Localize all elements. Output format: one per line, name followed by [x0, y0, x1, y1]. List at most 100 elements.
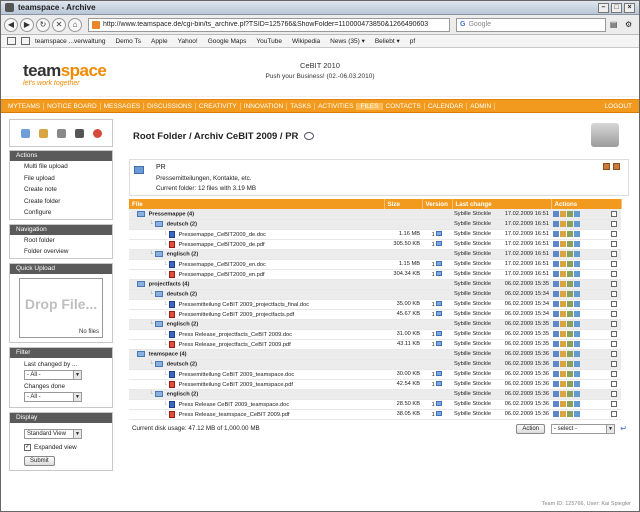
edit-icon[interactable]: [553, 400, 559, 407]
delete-icon[interactable]: [574, 410, 580, 417]
delete-icon[interactable]: [574, 260, 580, 267]
move-icon[interactable]: [567, 210, 573, 217]
menu-myteams[interactable]: MYTEAMS: [5, 102, 45, 110]
folder-row[interactable]: └ deutsch (2) Sybille Stöckle 17.02.2009 …: [129, 219, 621, 230]
edit-icon[interactable]: [553, 370, 559, 377]
delete-icon[interactable]: [574, 390, 580, 397]
menu-calendar[interactable]: CALENDAR: [425, 102, 468, 110]
move-icon[interactable]: [567, 260, 573, 267]
row-checkbox[interactable]: [611, 270, 617, 277]
menu-tasks[interactable]: TASKS: [287, 102, 316, 110]
file-row[interactable]: └ Press Release_projectfacts_CeBIT 2009.…: [129, 339, 621, 350]
row-checkbox[interactable]: [611, 280, 617, 287]
rename-icon[interactable]: [560, 290, 566, 297]
bookmarks-book-icon[interactable]: [7, 37, 16, 45]
enter-arrow-icon[interactable]: ↵: [620, 424, 627, 433]
bookmark-item[interactable]: YouTube: [256, 38, 282, 45]
file-name[interactable]: Press Release_teamspace_CeBIT 2009.pdf: [179, 412, 290, 418]
changed-by-select[interactable]: - All - ▼: [24, 369, 82, 380]
rename-icon[interactable]: [560, 310, 566, 317]
rename-icon[interactable]: [560, 230, 566, 237]
move-icon[interactable]: [567, 390, 573, 397]
address-bar[interactable]: http://www.teamspace.de/cgi-bin/ts_archi…: [88, 17, 450, 32]
move-icon[interactable]: [567, 340, 573, 347]
folder-row[interactable]: projectfacts (4) Sybille Stöckle 06.02.20…: [129, 279, 621, 290]
action-button[interactable]: Action: [516, 423, 545, 434]
move-icon[interactable]: [567, 220, 573, 227]
move-icon[interactable]: [567, 350, 573, 357]
file-row[interactable]: └ Pressemitteilung CeBIT 2009_teamspace.…: [129, 379, 621, 390]
home-icon[interactable]: ⌂: [68, 17, 82, 32]
row-checkbox[interactable]: [611, 390, 617, 397]
folder-row[interactable]: └ englisch (2) Sybille Stöckle 06.02.2009…: [129, 319, 621, 330]
edit-icon[interactable]: [553, 380, 559, 387]
menu-admin[interactable]: ADMIN: [467, 102, 496, 110]
nav-folder-overview[interactable]: Folder overview: [10, 246, 112, 258]
menu-discussions[interactable]: DISCUSSIONS: [144, 102, 196, 110]
file-row[interactable]: └ Pressemappe_CeBIT2009_de.doc 1.16 MB 1 S…: [129, 229, 621, 240]
file-name[interactable]: deutsch (2): [167, 291, 197, 297]
bookmark-item[interactable]: Demo Ts: [115, 38, 141, 45]
lock-icon[interactable]: [38, 128, 48, 138]
delete-icon[interactable]: [574, 220, 580, 227]
delete-icon[interactable]: [574, 310, 580, 317]
row-checkbox[interactable]: [611, 330, 617, 337]
rename-icon[interactable]: [560, 340, 566, 347]
menu-activities[interactable]: ACTIVITIES: [315, 102, 358, 110]
rename-icon[interactable]: [560, 260, 566, 267]
action-create-note[interactable]: Create note: [10, 184, 112, 196]
delete-icon[interactable]: [574, 250, 580, 257]
row-checkbox[interactable]: [611, 230, 617, 237]
version-history-icon[interactable]: [436, 310, 443, 316]
move-icon[interactable]: [567, 380, 573, 387]
row-checkbox[interactable]: [611, 210, 617, 217]
move-icon[interactable]: [567, 320, 573, 327]
drop-zone[interactable]: Drop File... No files: [19, 277, 103, 338]
edit-icon[interactable]: [553, 290, 559, 297]
version-history-icon[interactable]: [436, 300, 443, 306]
back-icon[interactable]: ◀: [4, 17, 18, 32]
version-history-icon[interactable]: [436, 410, 443, 416]
changes-done-select[interactable]: - All - ▼: [24, 391, 82, 402]
version-history-icon[interactable]: [436, 330, 443, 336]
file-row[interactable]: └ Pressemitteilung CeBIT 2009_projectfac…: [129, 309, 621, 320]
file-name[interactable]: Pressemappe_CeBIT2009_de.pdf: [179, 242, 265, 248]
action-configure[interactable]: Configure: [10, 207, 112, 219]
delete-icon[interactable]: [574, 240, 580, 247]
edit-icon[interactable]: [553, 360, 559, 367]
delete-icon[interactable]: [574, 380, 580, 387]
action-create-folder[interactable]: Create folder: [10, 196, 112, 208]
trash-icon[interactable]: [74, 128, 84, 138]
menu-creativity[interactable]: CREATIVITY: [196, 102, 241, 110]
col-size[interactable]: Size: [384, 199, 423, 209]
edit-icon[interactable]: [553, 390, 559, 397]
file-row[interactable]: └ Pressemappe_CeBIT2009_de.pdf 305.50 KB 1…: [129, 239, 621, 250]
row-checkbox[interactable]: [611, 240, 617, 247]
file-name[interactable]: Pressemappe_CeBIT2009_de.doc: [179, 232, 266, 238]
move-icon[interactable]: [567, 410, 573, 417]
edit-icon[interactable]: [553, 330, 559, 337]
bookmark-item[interactable]: Yahoo!: [178, 38, 198, 45]
edit-icon[interactable]: [553, 270, 559, 277]
minimize-button[interactable]: –: [598, 2, 609, 13]
row-checkbox[interactable]: [611, 370, 617, 377]
row-checkbox[interactable]: [611, 350, 617, 357]
rename-icon[interactable]: [560, 270, 566, 277]
rename-icon[interactable]: [560, 390, 566, 397]
folder-row[interactable]: teamspace (4) Sybille Stöckle 06.02.2009 …: [129, 349, 621, 360]
file-name[interactable]: Pressemitteilung CeBIT 2009_teamspace.do…: [179, 372, 295, 378]
file-name[interactable]: englisch (2): [167, 251, 199, 257]
rename-icon[interactable]: [560, 360, 566, 367]
row-checkbox[interactable]: [611, 410, 617, 417]
rename-icon[interactable]: [560, 250, 566, 257]
rename-icon[interactable]: [560, 380, 566, 387]
version-history-icon[interactable]: [436, 240, 443, 246]
version-history-icon[interactable]: [436, 340, 443, 346]
move-icon[interactable]: [567, 310, 573, 317]
rename-icon[interactable]: [560, 300, 566, 307]
row-checkbox[interactable]: [611, 290, 617, 297]
move-icon[interactable]: [567, 230, 573, 237]
move-icon[interactable]: [567, 360, 573, 367]
file-row[interactable]: └ Press Release CeBIT 2009_teamspace.doc…: [129, 399, 621, 410]
search-icon[interactable]: [56, 128, 66, 138]
